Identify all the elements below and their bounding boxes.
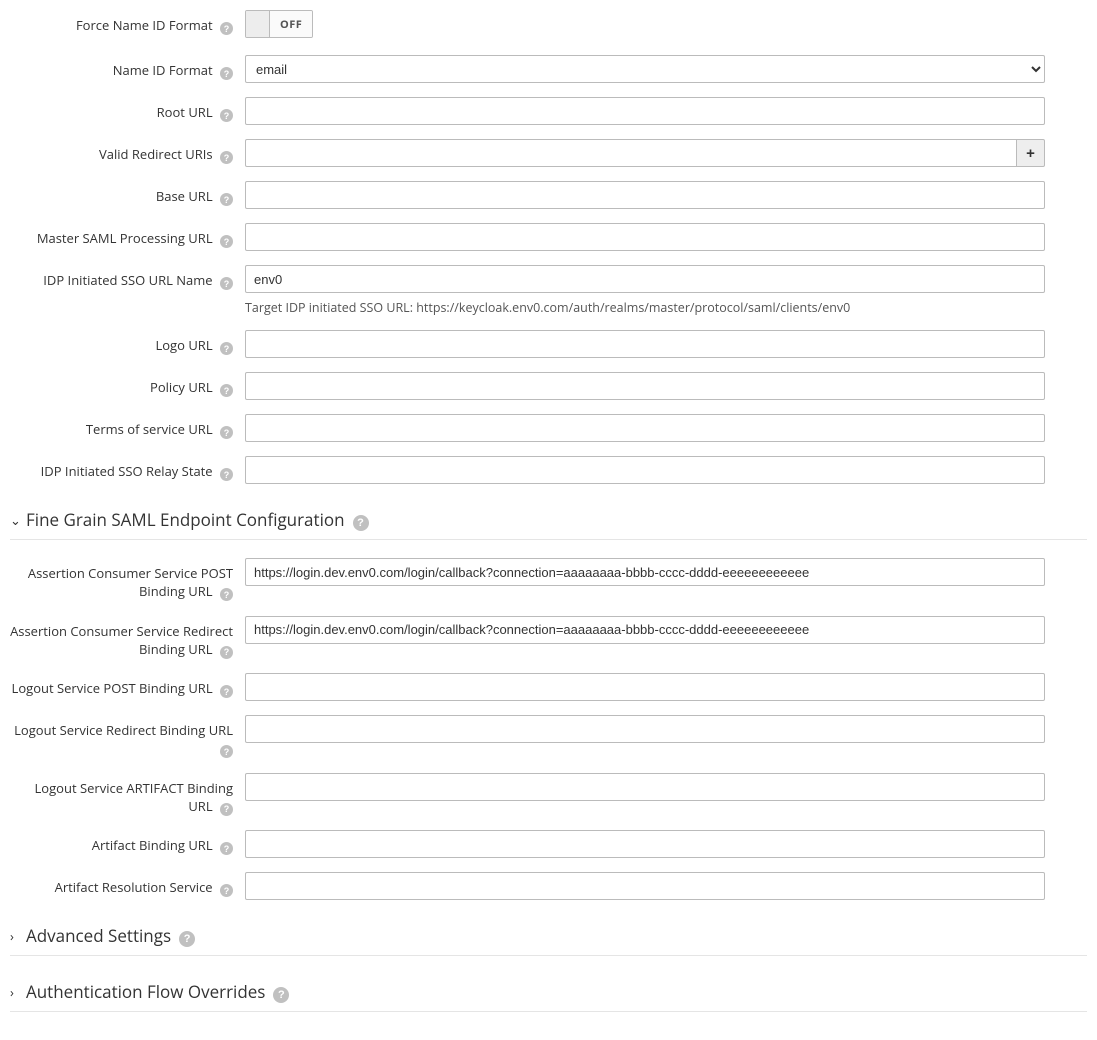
idp-initiated-sso-relay-state-label: IDP Initiated SSO Relay State xyxy=(41,462,213,480)
help-icon[interactable]: ? xyxy=(220,63,233,81)
terms-of-service-url-label: Terms of service URL xyxy=(86,420,213,438)
master-saml-processing-url-label: Master SAML Processing URL xyxy=(37,229,213,247)
terms-of-service-url-input[interactable] xyxy=(245,414,1045,442)
valid-redirect-uris-input[interactable] xyxy=(245,139,1017,167)
help-icon[interactable]: ? xyxy=(220,741,233,759)
name-id-format-label: Name ID Format xyxy=(113,61,213,79)
section-advanced-header[interactable]: › Advanced Settings ? xyxy=(10,924,1087,956)
help-icon[interactable]: ? xyxy=(220,273,233,291)
valid-redirect-uris-label: Valid Redirect URIs xyxy=(99,145,213,163)
name-id-format-select[interactable]: email xyxy=(245,55,1045,83)
section-auth-flow-header[interactable]: › Authentication Flow Overrides ? xyxy=(10,980,1087,1012)
help-icon[interactable]: ? xyxy=(220,18,233,36)
artifact-binding-url-label: Artifact Binding URL xyxy=(92,836,213,854)
help-icon[interactable]: ? xyxy=(179,924,195,947)
help-icon[interactable]: ? xyxy=(220,338,233,356)
toggle-off-label: OFF xyxy=(270,11,312,37)
plus-icon: + xyxy=(1026,145,1035,162)
chevron-right-icon: › xyxy=(10,983,20,1001)
chevron-down-icon: ⌄ xyxy=(10,511,20,529)
logo-url-input[interactable] xyxy=(245,330,1045,358)
logout-post-binding-url-label: Logout Service POST Binding URL xyxy=(12,679,213,697)
chevron-right-icon: › xyxy=(10,927,20,945)
logout-redirect-binding-url-label: Logout Service Redirect Binding URL xyxy=(14,721,233,739)
logout-artifact-binding-url-input[interactable] xyxy=(245,773,1045,801)
logo-url-label: Logo URL xyxy=(155,336,212,354)
section-auth-flow-title: Authentication Flow Overrides xyxy=(26,980,265,1003)
help-icon[interactable]: ? xyxy=(220,464,233,482)
help-icon[interactable]: ? xyxy=(220,584,233,602)
help-icon[interactable]: ? xyxy=(220,880,233,898)
help-icon[interactable]: ? xyxy=(220,380,233,398)
idp-initiated-sso-relay-state-input[interactable] xyxy=(245,456,1045,484)
logout-redirect-binding-url-input[interactable] xyxy=(245,715,1045,743)
add-redirect-uri-button[interactable]: + xyxy=(1017,139,1045,167)
idp-initiated-sso-url-name-input[interactable] xyxy=(245,265,1045,293)
acs-post-binding-url-input[interactable] xyxy=(245,558,1045,586)
base-url-label: Base URL xyxy=(156,187,213,205)
policy-url-input[interactable] xyxy=(245,372,1045,400)
acs-post-binding-url-label: Assertion Consumer Service POST Binding … xyxy=(28,564,233,600)
root-url-label: Root URL xyxy=(157,103,213,121)
logout-artifact-binding-url-label: Logout Service ARTIFACT Binding URL xyxy=(35,779,234,815)
artifact-resolution-service-input[interactable] xyxy=(245,872,1045,900)
policy-url-label: Policy URL xyxy=(150,378,213,396)
idp-initiated-sso-url-helper: Target IDP initiated SSO URL: https://ke… xyxy=(245,299,1045,316)
master-saml-processing-url-input[interactable] xyxy=(245,223,1045,251)
help-icon[interactable]: ? xyxy=(220,838,233,856)
help-icon[interactable]: ? xyxy=(220,105,233,123)
help-icon[interactable]: ? xyxy=(220,798,233,816)
acs-redirect-binding-url-input[interactable] xyxy=(245,616,1045,644)
logout-post-binding-url-input[interactable] xyxy=(245,673,1045,701)
help-icon[interactable]: ? xyxy=(220,231,233,249)
base-url-input[interactable] xyxy=(245,181,1045,209)
help-icon[interactable]: ? xyxy=(353,508,369,531)
root-url-input[interactable] xyxy=(245,97,1045,125)
help-icon[interactable]: ? xyxy=(220,681,233,699)
help-icon[interactable]: ? xyxy=(220,641,233,659)
acs-redirect-binding-url-label: Assertion Consumer Service Redirect Bind… xyxy=(10,622,233,658)
help-icon[interactable]: ? xyxy=(273,980,289,1003)
force-name-id-format-label: Force Name ID Format xyxy=(76,16,213,34)
section-advanced-title: Advanced Settings xyxy=(26,924,171,947)
section-fine-grain-title: Fine Grain SAML Endpoint Configuration xyxy=(26,508,345,531)
help-icon[interactable]: ? xyxy=(220,189,233,207)
idp-initiated-sso-url-name-label: IDP Initiated SSO URL Name xyxy=(43,271,212,289)
help-icon[interactable]: ? xyxy=(220,422,233,440)
artifact-resolution-service-label: Artifact Resolution Service xyxy=(55,878,213,896)
artifact-binding-url-input[interactable] xyxy=(245,830,1045,858)
force-name-id-format-toggle[interactable]: OFF xyxy=(245,10,313,38)
help-icon[interactable]: ? xyxy=(220,147,233,165)
section-fine-grain-header[interactable]: ⌄ Fine Grain SAML Endpoint Configuration… xyxy=(10,508,1087,540)
